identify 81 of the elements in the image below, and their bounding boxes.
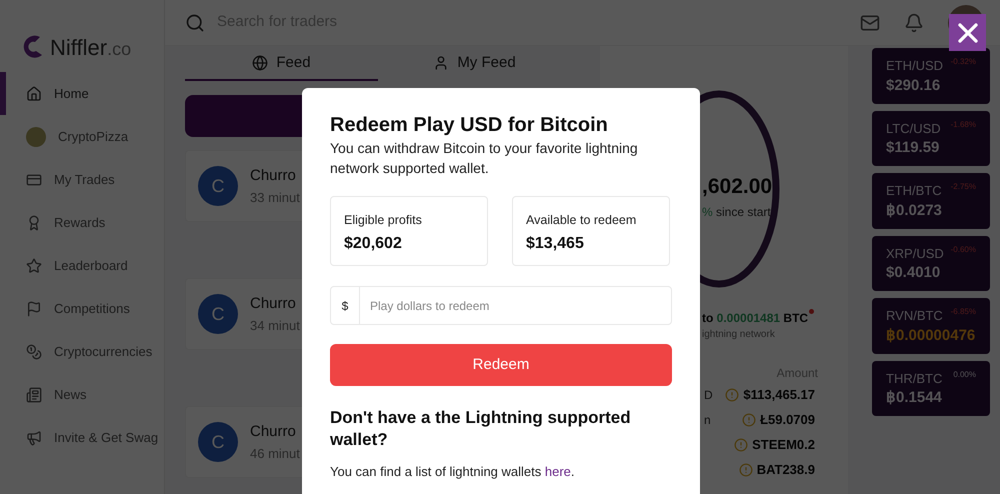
redeem-button[interactable]: Redeem [330, 344, 672, 386]
sidebar-item[interactable]: Rewards [0, 201, 164, 244]
change-text: % since start [702, 204, 772, 220]
bell-icon[interactable] [904, 12, 924, 32]
ticker-card[interactable]: RVN/BTC -6.85% ฿0.00000476 [872, 298, 990, 354]
post-author: Churro [250, 422, 297, 442]
ticker-card[interactable]: ETH/BTC -2.75% ฿0.0273 [872, 173, 990, 228]
home-icon [26, 86, 42, 102]
ticker-pair: ETH/USD [886, 57, 944, 75]
close-button[interactable] [949, 14, 986, 51]
ticker-change: -0.60% [950, 244, 976, 256]
coin-icon [26, 344, 42, 360]
feed-tab[interactable]: Feed [185, 47, 378, 81]
ticker-price: $119.59 [886, 138, 940, 158]
sidebar-item[interactable]: CryptoPizza [0, 115, 164, 158]
sidebar-item[interactable]: News [0, 373, 164, 416]
stat-value: $20,602 [344, 234, 403, 254]
portfolio-total: ,602.00 [702, 174, 774, 200]
alert-icon [738, 462, 753, 476]
stat-label: Eligible profits [344, 212, 423, 229]
holding-label: n [704, 412, 711, 428]
avatar-initial: C [198, 422, 238, 462]
avatar-initial: C [198, 294, 238, 334]
holding-amount: BAT238.9 [756, 460, 815, 479]
holding-label: D [704, 386, 713, 404]
ticker-pair: THR/BTC [886, 370, 942, 388]
newspaper-icon [26, 386, 42, 402]
card-icon [26, 172, 42, 188]
ticker-price: $0.4010 [886, 263, 942, 283]
user-icon [433, 55, 450, 71]
wallet-text: You can find a list of lightning wallets here. [330, 463, 576, 481]
ticker-pair: RVN/BTC [886, 307, 943, 325]
sidebar-item[interactable]: Home [0, 72, 164, 115]
star-icon [26, 258, 42, 274]
ticker-card[interactable]: ETH/USD -0.32% $290.16 [872, 48, 990, 104]
amount-input[interactable]: Play dollars to redeem [360, 296, 671, 314]
post-author: Churro [250, 166, 297, 186]
ticker-pair: XRP/USD [886, 244, 944, 262]
holding-amount: Ł59.0709 [760, 410, 815, 429]
sidebar-item[interactable]: My Trades [0, 158, 164, 201]
alert-icon [734, 438, 748, 452]
ticker-change: -6.85% [950, 306, 976, 318]
dialog-subtitle: You can withdraw Bitcoin to your favorite lightning network supported wallet. [330, 139, 639, 178]
holding-amount: $113,465.17 [743, 386, 815, 404]
alert-icon [742, 412, 756, 426]
ticker-card[interactable]: LTC/USD -1.68% $119.59 [872, 110, 990, 166]
ticker-price: ฿0.0273 [886, 200, 943, 220]
search-icon [185, 12, 205, 32]
dialog-title: Redeem Play USD for Bitcoin [330, 113, 609, 138]
flag-icon [26, 300, 42, 316]
amount-field[interactable]: $ Play dollars to redeem [330, 286, 672, 325]
ticker-change: -1.68% [950, 118, 976, 130]
ticker-price: $290.16 [886, 76, 942, 96]
globe-icon [252, 55, 268, 71]
alert-icon [725, 388, 740, 402]
sidebar-item[interactable]: Invite & Get Swag [0, 416, 164, 459]
holding-amount: STEEM0.2 [752, 436, 815, 454]
post-author: Churro [250, 294, 297, 314]
ticker-pair: LTC/USD [886, 120, 941, 138]
wallet-heading: Don't have a the Lightning supported wallet? [330, 407, 632, 451]
sidebar-item[interactable]: Leaderboard [0, 244, 164, 287]
stat-label: Available to redeem [526, 212, 638, 229]
feed-tab[interactable]: My Feed [378, 47, 571, 81]
megaphone-icon [26, 430, 42, 446]
sidebar-item[interactable]: Competitions [0, 287, 164, 330]
wallets-link[interactable]: here [544, 464, 571, 479]
avatar-icon [26, 126, 46, 146]
ticker-card[interactable]: XRP/USD -0.60% $0.4010 [872, 236, 990, 291]
ticker-price: ฿0.00000476 [886, 326, 976, 346]
sidebar-item[interactable]: Cryptocurrencies [0, 330, 164, 373]
stat-value: $13,465 [526, 234, 585, 254]
ticker-card[interactable]: THR/BTC 0.00% ฿0.1544 [872, 360, 990, 416]
ticker-price: ฿0.1544 [886, 388, 943, 408]
ticker-change: -2.75% [950, 181, 976, 193]
withdraw-amount: to 0.00001481 BTC [702, 308, 818, 326]
avatar-initial: C [198, 166, 238, 206]
mail-icon[interactable] [860, 12, 880, 32]
ticker-change: 0.00% [953, 368, 976, 380]
ticker-pair: ETH/BTC [886, 182, 942, 200]
currency-prefix: $ [331, 287, 360, 324]
ticker-change: -0.32% [950, 56, 976, 68]
